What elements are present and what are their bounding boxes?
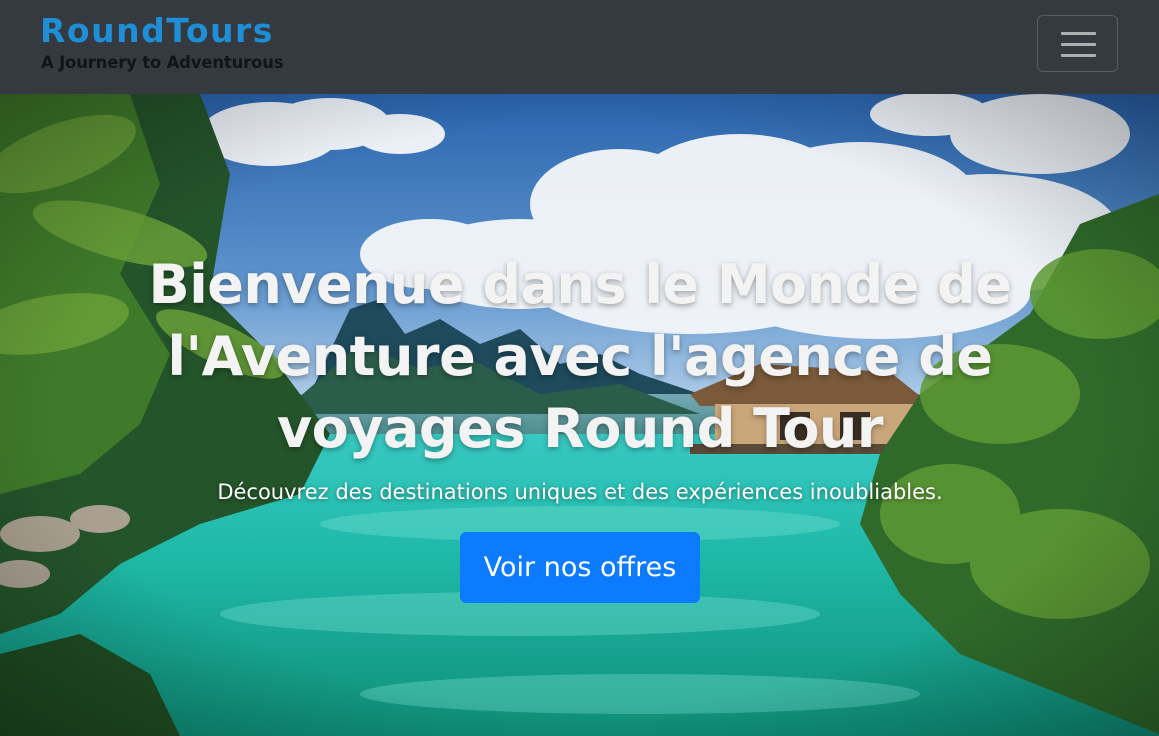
brand-title: RoundTours: [40, 11, 274, 50]
navbar-toggler-button[interactable]: [1037, 15, 1118, 72]
hero-subtitle: Découvrez des destinations uniques et de…: [217, 480, 943, 504]
hero-title: Bienvenue dans le Monde de l'Aventure av…: [148, 253, 1012, 460]
hero-section: Bienvenue dans le Monde de l'Aventure av…: [0, 94, 1159, 736]
navbar: RoundTours A Journery to Adventurous: [0, 0, 1159, 94]
brand-tagline: A Journery to Adventurous: [41, 53, 284, 72]
brand-logo[interactable]: RoundTours A Journery to Adventurous: [40, 12, 300, 78]
view-offers-button[interactable]: Voir nos offres: [460, 532, 700, 603]
hero-content: Bienvenue dans le Monde de l'Aventure av…: [0, 94, 1159, 736]
